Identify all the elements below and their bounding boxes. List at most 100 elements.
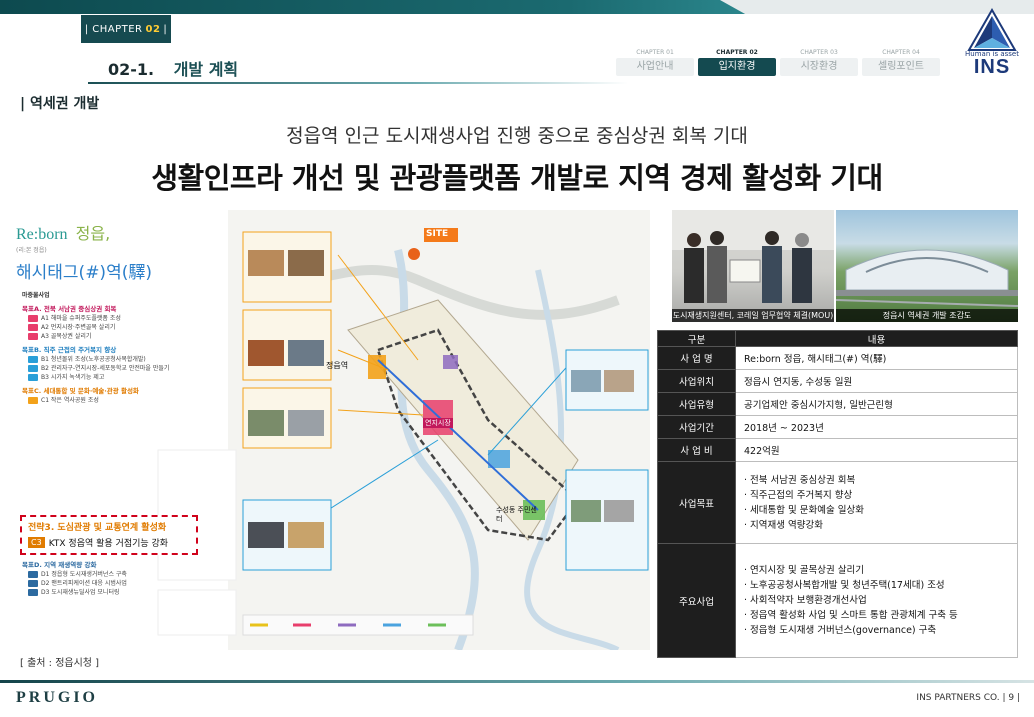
thumbnail [248, 250, 284, 276]
goal-d-item: D2 맨트리피케이션 대응 시범사업 [28, 579, 192, 588]
thumbnail [288, 340, 324, 366]
logo-name: INS [973, 56, 1011, 78]
goals-list: 마중물사업 목표A. 전북 서남권 중심상권 회복 A1 해마을 슈퍼주도플랫폼… [22, 291, 182, 405]
goals-bullet-list: 전북 서남권 중심상권 회복 직주근접의 주거복지 향상 세대통합 및 문화예술… [744, 473, 1017, 533]
highlight-strategy-box: 전략3. 도심관광 및 교통연계 활성화 C3 KTX 정읍역 활용 거점기능 … [20, 515, 198, 555]
goal-b-item: B3 시가지 녹색기능 제고 [28, 373, 182, 382]
table-row: 사업유형 공기업제안 중심시가지형, 일반근린형 [657, 392, 1018, 416]
area-label-market: 연지시장 [423, 418, 453, 428]
photo-caption: 도시재생지원센터, 코레일 업무협약 체결(MOU) [672, 309, 834, 322]
thumbnail [604, 370, 634, 392]
list-item: 정읍역 활성화 사업 및 스마트 통합 관광체계 구축 등 [744, 608, 1017, 623]
table-row: 사 업 명 Re:born 정읍, 해시태그(#) 역(驛) [657, 346, 1018, 370]
project-brand: Re:born 정읍, (리:본 정읍) 해시태그(#)역(驛) [16, 220, 152, 283]
station-rendering-photo: 정읍시 역세권 개발 조감도 [836, 210, 1018, 322]
people-photo-icon [672, 210, 834, 303]
table-header-row: 구분 내용 [657, 330, 1018, 347]
section-title: 02-1. 개발 계획 [108, 56, 238, 80]
goals-list-d: 목표D. 지역 재생역량 강화 D1 정읍형 도시재생거버넌스 구축 D2 맨트… [22, 561, 192, 597]
tab-chapter-02[interactable]: CHAPTER 02 입지환경 [698, 48, 776, 76]
list-item: 직주근접의 주거복지 향상 [744, 488, 1017, 503]
ins-logo-mark-icon [967, 8, 1017, 51]
highlight-text: KTX 정읍역 활용 거점기능 강화 [48, 539, 169, 549]
tab-chapter-01[interactable]: CHAPTER 01 사업안내 [616, 48, 694, 76]
headline-subtitle: 정읍역 인근 도시재생사업 진행 중으로 중심상권 회복 기대 [286, 125, 748, 147]
table-row: 사 업 비 422억원 [657, 438, 1018, 462]
footer-page-number: | 9 | [1002, 693, 1020, 703]
goal-a-item: A1 해마을 슈퍼주도플랫폼 조성 [28, 314, 182, 323]
thumbnail [288, 410, 324, 436]
thumbnail [604, 500, 634, 522]
goal-b-item: B1 청년몰위 조성(노후공공청사복합개발) [28, 355, 182, 364]
site-marker-icon [408, 248, 420, 260]
tab-chapter-03[interactable]: CHAPTER 03 시장환경 [780, 48, 858, 76]
leader-line [337, 409, 424, 416]
chapter-number: 02 [145, 23, 161, 35]
chapter-prefix: | CHAPTER [84, 23, 143, 35]
mou-photo: 도시재생지원센터, 코레일 업무협약 체결(MOU) [672, 210, 834, 322]
footer-company: INS PARTNERS CO. [916, 693, 1000, 703]
zone-orange [368, 355, 386, 379]
goal-b-item: B2 관리자구-연지시장-세포동학교 안전마을 만들기 [28, 364, 182, 373]
highlight-chip: C3 [28, 537, 45, 548]
thumbnail [248, 340, 284, 366]
section-number: 02-1. [108, 60, 155, 79]
goal-c-heading: 목표C. 세대통합 및 문화·예술·관광 활성화 [22, 387, 139, 395]
station-rendering-icon [836, 249, 1018, 307]
footer-divider [0, 680, 1034, 683]
thumbnail [288, 522, 324, 548]
leader-line [327, 439, 439, 511]
footer-brand-logo: PRUGIO [16, 689, 98, 706]
goal-a-item: A3 골목상권 살리기 [28, 332, 182, 341]
thumbnail [571, 370, 601, 392]
sub-heading: | 역세권 개발 [20, 96, 100, 112]
highlight-row: C3 KTX 정읍역 활용 거점기능 강화 [28, 536, 190, 549]
thumbnail [248, 522, 284, 548]
area-label-station: 정읍역 [326, 361, 349, 370]
thumbnail [571, 500, 601, 522]
area-label-center: 수성동 주민센터 [496, 506, 537, 523]
table-row-goals: 사업목표 전북 서남권 중심상권 회복 직주근접의 주거복지 향상 세대통합 및… [657, 461, 1018, 544]
list-item: 전북 서남권 중심상권 회복 [744, 473, 1017, 488]
brand-korean-2: 해시태그(#)역(驛) [16, 263, 152, 283]
project-info-table: 구분 내용 사 업 명 Re:born 정읍, 해시태그(#) 역(驛) 사업위… [657, 330, 1018, 658]
list-item: 지역재생 역량강화 [744, 518, 1017, 533]
chapter-tabs: CHAPTER 01 사업안내 CHAPTER 02 입지환경 CHAPTER … [616, 48, 940, 76]
list-item: 사회적약자 보행환경개선사업 [744, 593, 1017, 608]
brand-korean-1: 정읍, [75, 224, 111, 243]
goal-d-item: D3 도시재생뉴딜사업 모니터링 [28, 588, 192, 597]
list-item: 연지시장 및 골목상권 살리기 [744, 563, 1017, 578]
title-underline [88, 82, 628, 84]
site-label: SITE [426, 229, 449, 239]
table-header-category: 구분 [657, 330, 736, 347]
goal-a-heading: 목표A. 전북 서남권 중심상권 회복 [22, 305, 117, 313]
table-row-main: 주요사업 연지시장 및 골목상권 살리기 노후공공청사복합개발 및 청년주택(1… [657, 543, 1018, 658]
ins-logo: Human is asset INS [960, 8, 1024, 84]
table-row: 사업위치 정읍시 연지동, 수성동 일원 [657, 369, 1018, 393]
footer-page-info: INS PARTNERS CO. | 9 | [916, 693, 1020, 703]
goal-d-item: D1 정읍형 도시재생거버넌스 구축 [28, 570, 192, 579]
headline-title: 생활인프라 개선 및 관광플랫폼 개발로 지역 경제 활성화 기대 [151, 161, 883, 195]
photo-caption: 정읍시 역세권 개발 조감도 [836, 309, 1018, 322]
goals-title: 마중물사업 [22, 292, 50, 299]
table-row: 사업기간 2018년 ~ 2023년 [657, 415, 1018, 439]
goal-a-item: A2 먼지시장·주변골목 살리기 [28, 323, 182, 332]
list-item: 노후공공청사복합개발 및 청년주택(17세대) 조성 [744, 578, 1017, 593]
thumbnail [288, 250, 324, 276]
source-note: [ 출처 : 정읍시청 ] [20, 658, 100, 669]
brand-note: (리:본 정읍) [16, 247, 47, 254]
list-item: 정읍형 도시재생 거버넌스(governance) 구축 [744, 623, 1017, 638]
chapter-suffix: | [163, 23, 168, 35]
chapter-tag: | CHAPTER 02 | [81, 15, 171, 43]
list-item: 세대통합 및 문화예술 일상화 [744, 503, 1017, 518]
goal-d-heading: 목표D. 지역 재생역량 강화 [22, 561, 97, 569]
brand-english: Re:born [16, 226, 68, 243]
section-name: 개발 계획 [173, 60, 239, 79]
goal-c-item: C1 작은 역사공원 조성 [28, 396, 182, 405]
main-bullet-list: 연지시장 및 골목상권 살리기 노후공공청사복합개발 및 청년주택(17세대) … [744, 563, 1017, 638]
table-header-content: 내용 [735, 330, 1018, 347]
thumbnail [248, 410, 284, 436]
zone-purple [443, 355, 458, 369]
tab-chapter-04[interactable]: CHAPTER 04 셀링포인트 [862, 48, 940, 76]
goal-b-heading: 목표B. 직주 근접의 주거복지 향상 [22, 346, 117, 354]
